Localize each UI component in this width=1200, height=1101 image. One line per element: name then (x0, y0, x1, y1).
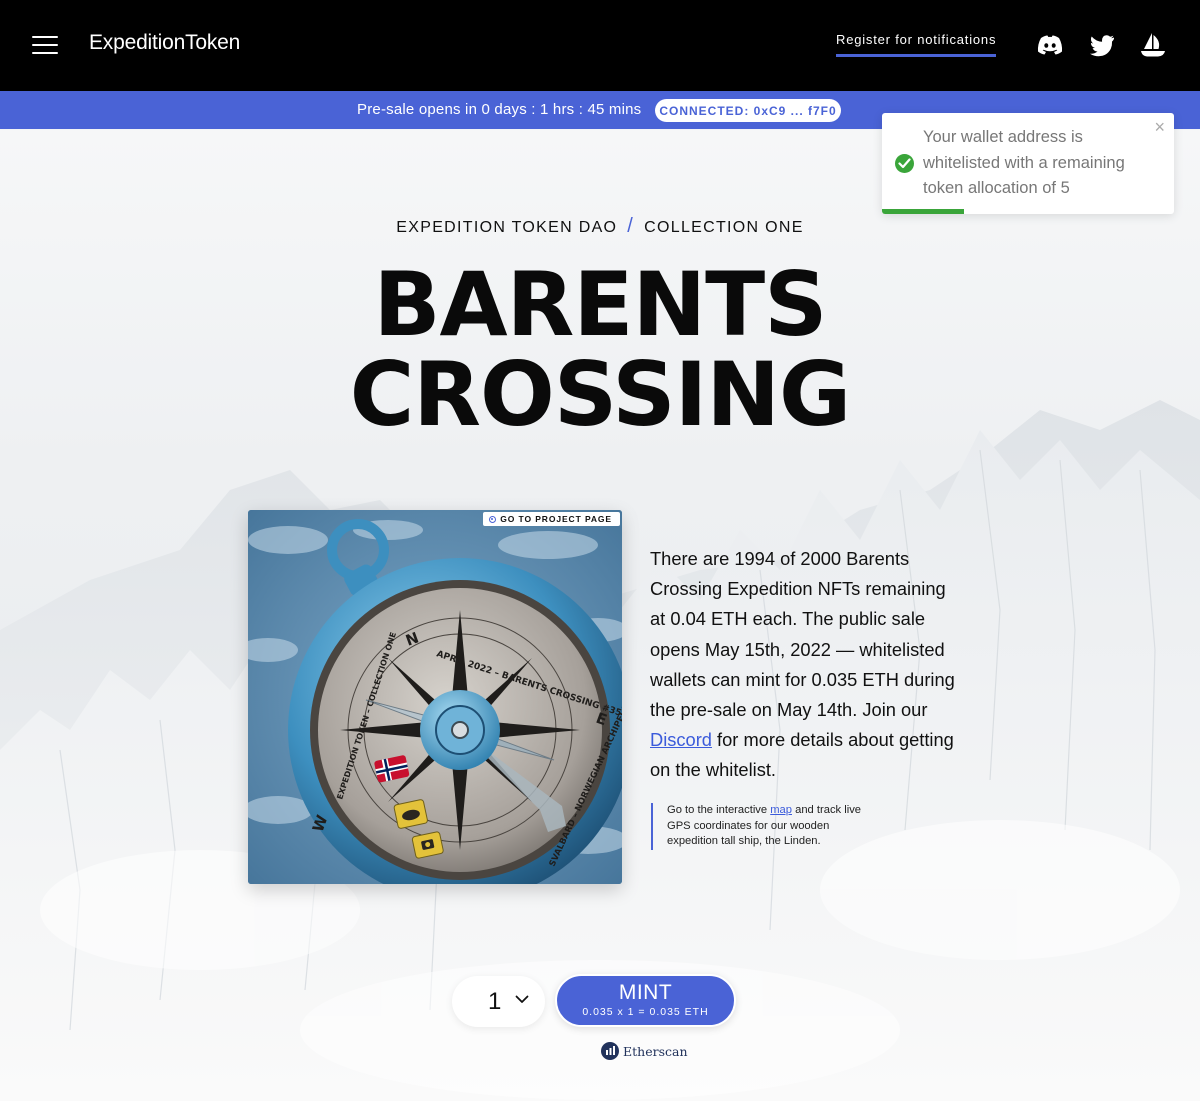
toast-progress-bar (882, 209, 964, 214)
brand-logo[interactable]: ExpeditionToken (89, 31, 240, 55)
description-text: There are 1994 of 2000 Barents Crossing … (650, 548, 955, 721)
breadcrumb-collection[interactable]: COLLECTION ONE (644, 219, 804, 236)
menu-icon[interactable] (32, 33, 58, 55)
target-icon (489, 515, 497, 523)
discord-icon[interactable] (1035, 30, 1065, 60)
chevron-down-icon (515, 995, 529, 1003)
breadcrumb-separator: / (627, 215, 635, 237)
quantity-value: 1 (488, 988, 502, 1015)
title-line-1: BARENTS (373, 253, 827, 356)
mint-price-line: 0.035 x 1 = 0.035 ETH (582, 1006, 709, 1018)
wallet-connected-badge[interactable]: CONNECTED: 0xC9 ... f7F0 (655, 99, 841, 122)
map-link[interactable]: map (770, 804, 792, 816)
title-line-2: CROSSING (349, 343, 852, 446)
discord-link[interactable]: Discord (650, 729, 712, 750)
quantity-select[interactable]: 1 (452, 976, 545, 1027)
top-navigation: ExpeditionToken Register for notificatio… (0, 0, 1200, 91)
compass-illustration: N E W APRIL 2022 – BARENTS CROSSING #357… (248, 510, 622, 884)
breadcrumb: EXPEDITION TOKEN DAO / COLLECTION ONE (0, 215, 1200, 238)
presale-countdown-text: Pre-sale opens in 0 days : 1 hrs : 45 mi… (357, 101, 642, 118)
mint-button-label: MINT (618, 981, 673, 1004)
etherscan-label: Etherscan (623, 1043, 688, 1059)
opensea-icon[interactable] (1138, 30, 1168, 60)
success-check-icon (895, 154, 914, 173)
breadcrumb-dao[interactable]: EXPEDITION TOKEN DAO (396, 219, 617, 236)
sale-description: There are 1994 of 2000 Barents Crossing … (650, 544, 960, 786)
go-to-project-page-link[interactable]: GO TO PROJECT PAGE (483, 512, 620, 526)
toast-message: Your wallet address is whitelisted with … (923, 128, 1125, 197)
twitter-icon[interactable] (1087, 30, 1117, 60)
map-note: Go to the interactive map and track live… (651, 803, 881, 850)
nft-preview-image[interactable]: N E W APRIL 2022 – BARENTS CROSSING #357… (248, 510, 622, 884)
project-link-label: GO TO PROJECT PAGE (500, 514, 612, 524)
note-text: Go to the interactive (667, 804, 771, 816)
page-title: BARENTS CROSSING (0, 260, 1200, 440)
whitelist-toast: Your wallet address is whitelisted with … (882, 113, 1174, 214)
register-notifications-link[interactable]: Register for notifications (836, 32, 997, 57)
close-icon[interactable]: × (1154, 117, 1165, 138)
etherscan-link[interactable]: Etherscan (601, 1041, 688, 1061)
etherscan-icon (601, 1042, 619, 1060)
mint-button[interactable]: MINT 0.035 x 1 = 0.035 ETH (555, 974, 736, 1027)
